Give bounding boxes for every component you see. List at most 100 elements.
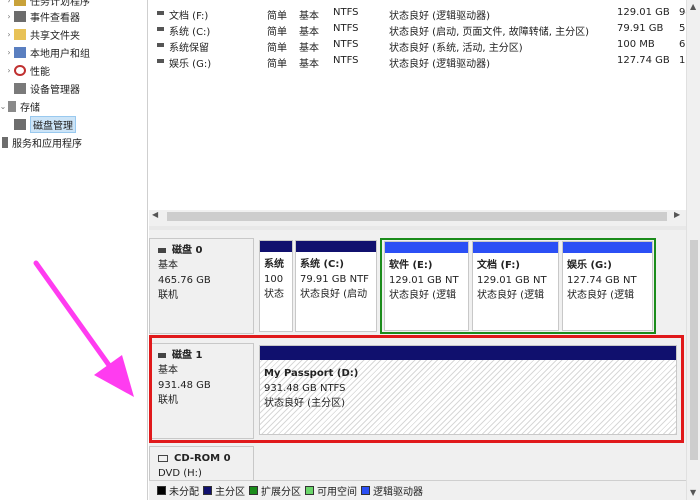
legend-label: 扩展分区 bbox=[261, 487, 301, 498]
expand-chevron-icon[interactable]: › bbox=[4, 0, 14, 5]
volume-list: 文档 (F:) 简单 基本 NTFS 状态良好 (逻辑驱动器) 129.01 G… bbox=[149, 0, 692, 210]
scroll-down-icon[interactable]: ▼ bbox=[690, 488, 696, 497]
volume-fs: NTFS bbox=[333, 7, 359, 18]
disk-name: 磁盘 0 bbox=[172, 245, 203, 256]
partition-name: 系统 (C:) bbox=[300, 259, 344, 270]
tree-item-shared-folders[interactable]: › 共享文件夹 bbox=[4, 26, 80, 43]
partition-system-reserved[interactable]: 系统 100 状态 bbox=[259, 240, 293, 332]
volume-name: 娱乐 (G:) bbox=[169, 59, 212, 70]
pane-splitter[interactable] bbox=[149, 226, 686, 230]
tree-item-label: 本地用户和组 bbox=[30, 49, 90, 60]
performance-icon bbox=[14, 65, 26, 76]
expand-chevron-icon[interactable]: › bbox=[4, 66, 14, 75]
tree-item-label: 设备管理器 bbox=[30, 85, 80, 96]
volume-fs: NTFS bbox=[333, 39, 359, 50]
tree-item-services-apps[interactable]: › 服务和应用程序 bbox=[0, 134, 82, 151]
tree-item-storage[interactable]: ⌄ 存储 bbox=[0, 98, 40, 115]
highlight-box bbox=[149, 335, 684, 443]
legend-item: 主分区 bbox=[203, 483, 245, 498]
legend-swatch bbox=[305, 486, 314, 495]
cdrom-0-label[interactable]: CD-ROM 0 DVD (H:) bbox=[149, 446, 254, 480]
volume-name: 系统 (C:) bbox=[169, 27, 211, 38]
legend-swatch bbox=[203, 486, 212, 495]
partition-f[interactable]: 文档 (F:) 129.01 GB NT 状态良好 (逻辑 bbox=[472, 241, 559, 331]
event-log-icon bbox=[14, 11, 26, 22]
volume-row[interactable]: 娱乐 (G:) 简单 基本 NTFS 状态良好 (逻辑驱动器) 127.74 G… bbox=[149, 53, 694, 70]
scroll-up-icon[interactable]: ▲ bbox=[690, 2, 696, 11]
scroll-right-icon[interactable]: ▶ bbox=[674, 210, 680, 219]
tree-item-label: 存储 bbox=[20, 103, 40, 114]
expand-chevron-icon[interactable]: › bbox=[4, 48, 14, 57]
partition-c[interactable]: 系统 (C:) 79.91 GB NTF 状态良好 (启动 bbox=[295, 240, 377, 332]
tree-item-disk-management[interactable]: 磁盘管理 bbox=[4, 116, 76, 133]
partition-name: 文档 (F:) bbox=[477, 260, 520, 271]
tree-item-label: 服务和应用程序 bbox=[12, 139, 82, 150]
tree-item-label: 性能 bbox=[30, 67, 50, 78]
tree-item-event-viewer[interactable]: › 事件查看器 bbox=[4, 8, 80, 25]
disk-size: 465.76 GB bbox=[158, 275, 211, 286]
tree-item-label: 事件查看器 bbox=[30, 13, 80, 24]
volume-row[interactable]: 文档 (F:) 简单 基本 NTFS 状态良好 (逻辑驱动器) 129.01 G… bbox=[149, 5, 694, 22]
legend-item: 扩展分区 bbox=[249, 483, 301, 498]
disk-type: 基本 bbox=[158, 260, 178, 271]
volume-name: 文档 (F:) bbox=[169, 11, 209, 22]
volume-capacity: 129.01 GB bbox=[617, 7, 670, 18]
legend-label: 主分区 bbox=[215, 487, 245, 498]
disk-type: DVD (H:) bbox=[158, 468, 202, 479]
tree-item-device-manager[interactable]: 设备管理器 bbox=[4, 80, 80, 97]
legend-label: 可用空间 bbox=[317, 487, 357, 498]
volume-fs: NTFS bbox=[333, 55, 359, 66]
partition-g[interactable]: 娱乐 (G:) 127.74 GB NT 状态良好 (逻辑 bbox=[562, 241, 653, 331]
legend-item: 逻辑驱动器 bbox=[361, 483, 423, 498]
volume-status: 状态良好 (系统, 活动, 主分区) bbox=[389, 43, 523, 54]
volume-status: 状态良好 (逻辑驱动器) bbox=[389, 11, 490, 22]
vertical-scroll-thumb[interactable] bbox=[690, 240, 698, 460]
pink-arrow-annotation bbox=[33, 260, 134, 397]
legend-item: 未分配 bbox=[157, 483, 199, 498]
legend-swatch bbox=[249, 486, 258, 495]
legend-item: 可用空间 bbox=[305, 483, 357, 498]
volume-layout: 简单 bbox=[267, 27, 287, 38]
volume-status: 状态良好 (逻辑驱动器) bbox=[389, 59, 490, 70]
horizontal-scroll-thumb[interactable] bbox=[167, 212, 667, 221]
volume-capacity: 127.74 GB bbox=[617, 55, 670, 66]
volume-type: 基本 bbox=[299, 27, 319, 38]
volume-capacity: 100 MB bbox=[617, 39, 655, 50]
volume-type: 基本 bbox=[299, 59, 319, 70]
collapse-chevron-icon[interactable]: ⌄ bbox=[0, 102, 8, 111]
tree-item-performance[interactable]: › 性能 bbox=[4, 62, 50, 79]
expand-chevron-icon[interactable]: › bbox=[4, 30, 14, 39]
volume-icon bbox=[157, 43, 164, 47]
volume-layout: 简单 bbox=[267, 43, 287, 54]
tree-item-local-users[interactable]: › 本地用户和组 bbox=[4, 44, 90, 61]
horizontal-scrollbar[interactable]: ◀ ▶ bbox=[149, 210, 686, 223]
partition-size: 79.91 GB NTF bbox=[300, 274, 369, 285]
legend-bar: 未分配 主分区 扩展分区 可用空间 逻辑驱动器 bbox=[149, 480, 686, 500]
clock-icon bbox=[14, 0, 26, 6]
tree-item-label: 磁盘管理 bbox=[30, 116, 76, 133]
expand-chevron-icon[interactable]: › bbox=[4, 12, 14, 21]
partition-status: 状态良好 (逻辑 bbox=[389, 290, 457, 301]
partition-status: 状态良好 (启动 bbox=[300, 289, 368, 300]
volume-icon bbox=[157, 11, 164, 15]
disk-management-pane: 文档 (F:) 简单 基本 NTFS 状态良好 (逻辑驱动器) 129.01 G… bbox=[149, 0, 700, 500]
volume-layout: 简单 bbox=[267, 11, 287, 22]
volume-layout: 简单 bbox=[267, 59, 287, 70]
tree-item-label: 共享文件夹 bbox=[30, 31, 80, 42]
partition-name: 娱乐 (G:) bbox=[567, 260, 612, 271]
partition-status: 状态 bbox=[264, 289, 284, 300]
volume-row[interactable]: 系统 (C:) 简单 基本 NTFS 状态良好 (启动, 页面文件, 故障转储,… bbox=[149, 21, 694, 38]
volume-type: 基本 bbox=[299, 43, 319, 54]
volume-icon bbox=[157, 27, 164, 31]
partition-size: 129.01 GB NT bbox=[477, 275, 547, 286]
partition-status: 状态良好 (逻辑 bbox=[477, 290, 545, 301]
volume-status: 状态良好 (启动, 页面文件, 故障转储, 主分区) bbox=[389, 27, 590, 38]
partition-size: 129.01 GB NT bbox=[389, 275, 459, 286]
partition-size: 100 bbox=[264, 274, 284, 285]
volume-row[interactable]: 系统保留 简单 基本 NTFS 状态良好 (系统, 活动, 主分区) 100 M… bbox=[149, 37, 694, 54]
partition-e[interactable]: 软件 (E:) 129.01 GB NT 状态良好 (逻辑 bbox=[384, 241, 469, 331]
volume-fs: NTFS bbox=[333, 23, 359, 34]
disk-0-label[interactable]: 磁盘 0 基本 465.76 GB 联机 bbox=[149, 238, 254, 334]
vertical-scrollbar[interactable]: ▲ ▼ bbox=[686, 0, 700, 500]
scroll-left-icon[interactable]: ◀ bbox=[152, 210, 158, 219]
